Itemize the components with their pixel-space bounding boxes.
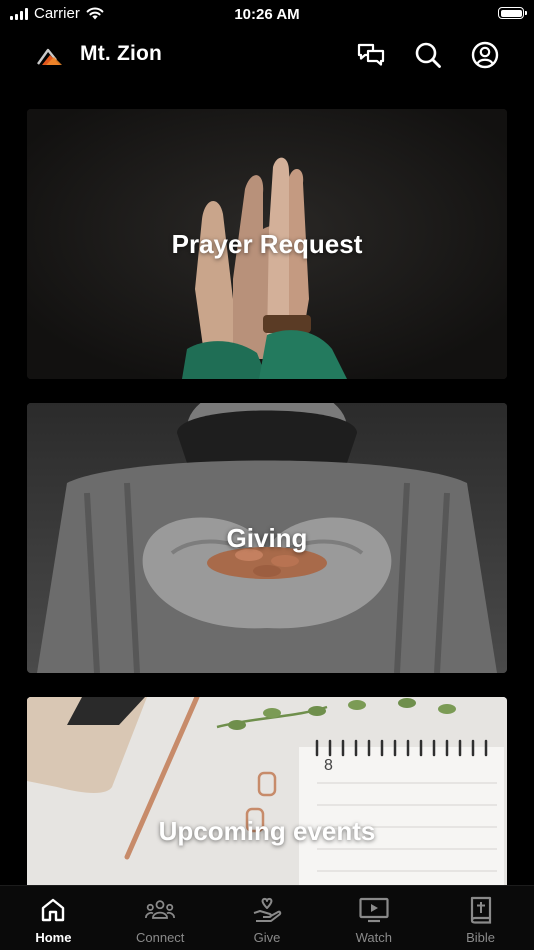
giving-card[interactable]: Giving	[27, 403, 507, 673]
upcoming-events-card[interactable]: 8 Upcoming events	[27, 697, 507, 886]
tab-watch[interactable]: Watch	[320, 886, 427, 950]
home-icon	[38, 896, 68, 924]
people-icon	[145, 896, 176, 924]
tab-connect[interactable]: Connect	[107, 886, 214, 950]
tab-give-label: Give	[253, 930, 281, 945]
calendar-month-digit: 8	[324, 757, 333, 774]
giving-label: Giving	[226, 522, 308, 553]
tab-bible-label: Bible	[466, 930, 496, 945]
chat-icon[interactable]	[355, 39, 387, 71]
upcoming-events-label: Upcoming events	[158, 816, 376, 846]
desk-calendar-image	[27, 697, 507, 886]
battery-icon	[498, 7, 527, 19]
tab-home-label: Home	[35, 930, 72, 945]
tab-bible[interactable]: Bible	[427, 886, 534, 950]
tab-connect-label: Connect	[135, 930, 185, 945]
search-icon[interactable]	[412, 39, 444, 71]
tab-home[interactable]: Home	[0, 886, 107, 950]
tab-bar: Home Connect Give Watch Bible	[0, 885, 534, 950]
app-header: Mt. Zion	[0, 30, 534, 80]
prayer-request-card[interactable]: Prayer Request	[27, 109, 507, 379]
tab-give[interactable]: Give	[214, 886, 321, 950]
app-title: Mt. Zion	[80, 42, 163, 65]
give-icon	[252, 896, 282, 924]
church-logo-icon	[37, 48, 62, 65]
tab-watch-label: Watch	[355, 930, 392, 945]
prayer-request-label: Prayer Request	[171, 228, 363, 259]
status-bar: Carrier 10:26 AM	[0, 0, 534, 30]
bible-icon	[466, 896, 496, 924]
account-icon[interactable]	[469, 39, 501, 71]
clock: 10:26 AM	[234, 6, 300, 23]
video-icon	[359, 896, 389, 924]
